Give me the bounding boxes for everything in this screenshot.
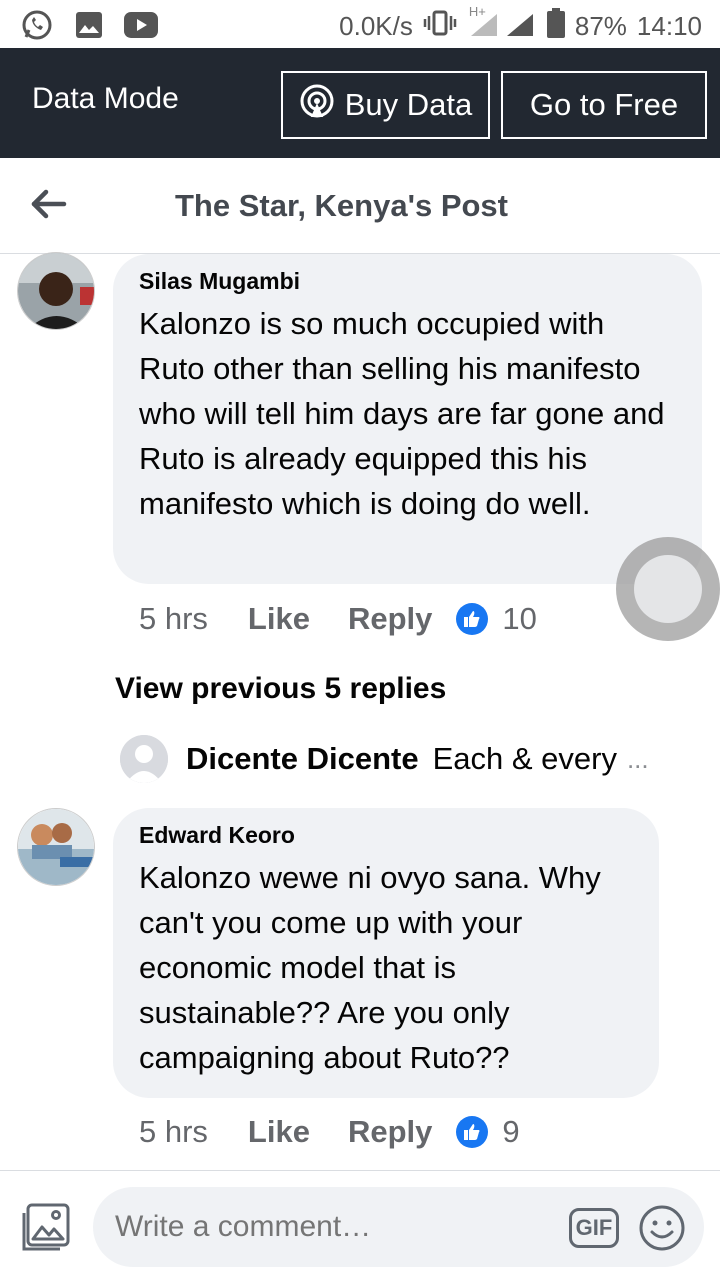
comment-bubble: Silas Mugambi Kalonzo is so much occupie… [113, 254, 702, 584]
comment-actions: 5 hrs Like Reply 9 [139, 1114, 520, 1150]
comment-text: Kalonzo wewe ni ovyo sana. Why can't you… [139, 860, 601, 1075]
status-bar: 0.0K/s H+ 87% 14:10 [0, 0, 720, 50]
emoji-icon[interactable] [638, 1204, 686, 1252]
whatsapp-icon [20, 8, 54, 42]
data-mode-bar: Data Mode Buy Data Go to Free [0, 48, 720, 158]
page-header: The Star, Kenya's Post [0, 158, 720, 254]
comment-text: Kalonzo is so much occupied with Ruto ot… [139, 306, 665, 521]
data-mode-label: Data Mode [32, 82, 179, 115]
view-previous-replies-link[interactable]: View previous 5 replies [115, 672, 446, 706]
youtube-icon [124, 8, 158, 42]
buy-data-label: Buy Data [344, 87, 473, 122]
reply-button[interactable]: Reply [348, 1114, 432, 1150]
reaction-count[interactable]: 10 [456, 601, 537, 637]
thumbs-up-icon [456, 1116, 489, 1148]
comment-bubble: Edward Keoro Kalonzo wewe ni ovyo sana. … [113, 808, 659, 1098]
reply-ellipsis: ... [626, 743, 649, 774]
comment-time: 5 hrs [139, 601, 208, 636]
comment-composer: GIF [0, 1170, 720, 1280]
avatar[interactable] [17, 252, 95, 330]
gallery-icon [72, 8, 106, 42]
network-type: H+ [468, 4, 486, 19]
latest-reply-preview[interactable]: Dicente Dicente Each & every ... [120, 735, 649, 783]
comment-author[interactable]: Edward Keoro [139, 822, 635, 849]
battery-icon [546, 8, 565, 45]
thumbs-up-icon [456, 603, 489, 635]
comment-author[interactable]: Silas Mugambi [139, 268, 678, 295]
reply-author[interactable]: Dicente Dicente [186, 741, 419, 777]
reply-button[interactable]: Reply [348, 601, 432, 637]
battery-percent: 87% [574, 11, 627, 41]
comment-time: 5 hrs [139, 1114, 208, 1149]
like-button[interactable]: Like [248, 1114, 310, 1150]
comment-actions: 5 hrs Like Reply 10 [139, 601, 537, 637]
clock: 14:10 [636, 11, 702, 41]
page-title: The Star, Kenya's Post [175, 188, 508, 223]
broadcast-icon [299, 83, 335, 127]
back-arrow-icon[interactable] [28, 184, 68, 224]
signal-icon: H+ [467, 4, 537, 43]
default-avatar-icon [120, 735, 168, 783]
assistive-touch-button[interactable] [616, 537, 720, 641]
network-speed: 0.0K/s [339, 11, 413, 41]
avatar[interactable] [17, 808, 95, 886]
like-button[interactable]: Like [248, 601, 310, 637]
reaction-number: 9 [502, 1114, 520, 1149]
go-to-free-button[interactable]: Go to Free [501, 71, 707, 139]
buy-data-button[interactable]: Buy Data [281, 71, 490, 139]
vibrate-icon [423, 10, 457, 43]
reaction-count[interactable]: 9 [456, 1114, 520, 1150]
reply-snippet: Each & every [432, 741, 617, 776]
reaction-number: 10 [502, 601, 537, 636]
gif-button[interactable]: GIF [569, 1208, 619, 1248]
photo-icon[interactable] [20, 1201, 72, 1253]
